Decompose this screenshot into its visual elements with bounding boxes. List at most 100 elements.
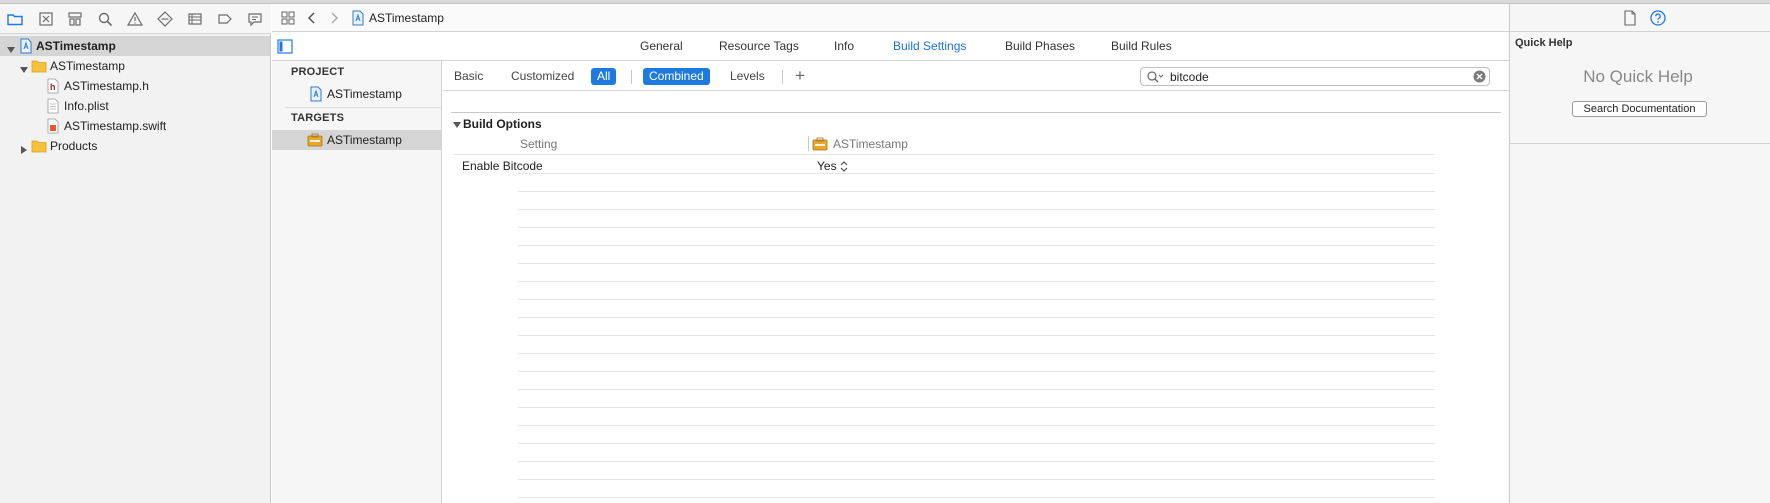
- find-icon[interactable]: [96, 10, 114, 28]
- row-divider: [518, 425, 1435, 426]
- divider: [631, 70, 632, 84]
- search-icon: [1146, 70, 1164, 84]
- filter-all-button[interactable]: All: [591, 68, 617, 85]
- products-label: Products: [50, 139, 98, 153]
- tree-row-products[interactable]: Products: [0, 136, 270, 156]
- inspector-toolbar: [1510, 4, 1770, 32]
- breakpoint-icon[interactable]: [216, 10, 234, 28]
- back-arrow-icon[interactable]: [305, 10, 319, 26]
- inspector-panel: Quick Help No Quick Help Search Document…: [1509, 4, 1770, 503]
- plist-file-icon: [45, 98, 61, 114]
- tab-build-settings[interactable]: Build Settings: [893, 39, 966, 53]
- chevron-up-down-icon: [840, 161, 848, 173]
- framework-target-icon: [812, 136, 828, 152]
- divider: [1510, 143, 1770, 144]
- project-item-label: ASTimestamp: [327, 87, 402, 101]
- tree-row-project[interactable]: ASTimestamp: [0, 36, 270, 56]
- editor-tabs: General Resource Tags Info Build Setting…: [272, 32, 1509, 61]
- column-header-target: ASTimestamp: [833, 137, 908, 151]
- breadcrumb[interactable]: ASTimestamp: [369, 11, 444, 25]
- tab-build-rules[interactable]: Build Rules: [1111, 39, 1172, 53]
- row-divider: [518, 281, 1435, 282]
- disclosure-open-icon[interactable]: [452, 120, 462, 130]
- debug-icon[interactable]: [186, 10, 204, 28]
- add-setting-button[interactable]: +: [795, 66, 805, 86]
- project-targets-list: PROJECT ASTimestamp TARGETS ASTimestamp: [272, 61, 442, 503]
- row-divider: [518, 353, 1435, 354]
- clear-search-icon[interactable]: [1473, 70, 1486, 83]
- row-divider: [518, 497, 1435, 498]
- row-divider: [518, 299, 1435, 300]
- tab-info[interactable]: Info: [834, 39, 854, 53]
- framework-target-icon: [307, 132, 323, 148]
- disclosure-closed-icon[interactable]: [19, 141, 29, 154]
- row-divider: [518, 191, 1435, 192]
- project-item[interactable]: ASTimestamp: [272, 84, 441, 104]
- file-inspector-icon[interactable]: [1623, 10, 1637, 26]
- filter-customized-button[interactable]: Customized: [505, 68, 580, 85]
- disclosure-open-icon[interactable]: [19, 61, 29, 73]
- divider: [782, 70, 783, 84]
- row-divider: [518, 407, 1435, 408]
- xcode-project-icon: [308, 86, 324, 102]
- forward-arrow-icon[interactable]: [327, 10, 341, 26]
- no-quick-help-message: No Quick Help: [1583, 67, 1693, 86]
- target-item-label: ASTimestamp: [327, 133, 402, 147]
- row-divider: [518, 263, 1435, 264]
- disclosure-open-icon[interactable]: [6, 41, 16, 53]
- issue-icon[interactable]: [126, 10, 144, 28]
- source-control-icon[interactable]: [37, 10, 55, 28]
- row-divider: [518, 173, 1435, 174]
- row-divider: [518, 335, 1435, 336]
- xcode-project-icon: [18, 38, 34, 54]
- svg-text:h: h: [50, 82, 56, 92]
- settings-search-field[interactable]: [1140, 67, 1490, 86]
- tree-row-file[interactable]: Info.plist: [0, 96, 270, 116]
- tab-resource-tags[interactable]: Resource Tags: [719, 39, 799, 53]
- folder-icon: [31, 138, 47, 154]
- search-input[interactable]: [1170, 69, 1470, 84]
- header-file-icon: h: [45, 78, 61, 94]
- setting-name[interactable]: Enable Bitcode: [462, 159, 543, 173]
- group-name: ASTimestamp: [50, 59, 125, 73]
- project-header: PROJECT: [291, 66, 345, 78]
- sidebar-toggle-icon[interactable]: [277, 39, 293, 54]
- section-title[interactable]: Build Options: [463, 117, 542, 131]
- project-name: ASTimestamp: [36, 39, 116, 53]
- row-divider: [518, 245, 1435, 246]
- filter-basic-button[interactable]: Basic: [448, 68, 489, 85]
- folder-icon[interactable]: [6, 10, 24, 28]
- tree-row-file[interactable]: ASTimestamp.swift: [0, 116, 270, 136]
- tree-row-file[interactable]: h ASTimestamp.h: [0, 76, 270, 96]
- divider: [285, 107, 441, 108]
- build-settings-editor: Basic Customized All Combined Levels + B…: [443, 61, 1509, 503]
- column-divider: [808, 136, 809, 151]
- search-documentation-button[interactable]: Search Documentation: [1572, 101, 1707, 117]
- file-name: ASTimestamp.h: [64, 79, 149, 93]
- navigator-toolbar: [0, 4, 271, 34]
- symbol-icon[interactable]: [66, 10, 84, 28]
- row-divider: [518, 209, 1435, 210]
- project-navigator: ASTimestamp ASTimestamp h ASTimestamp.h …: [0, 4, 271, 503]
- targets-header: TARGETS: [291, 112, 345, 124]
- report-icon[interactable]: [246, 10, 264, 28]
- tree-row-group[interactable]: ASTimestamp: [0, 56, 270, 76]
- swift-file-icon: [45, 118, 61, 134]
- row-divider: [518, 479, 1435, 480]
- test-icon[interactable]: [156, 10, 174, 28]
- row-divider: [518, 461, 1435, 462]
- tab-general[interactable]: General: [640, 39, 683, 53]
- xcode-project-icon: [350, 10, 366, 26]
- related-items-icon[interactable]: [280, 10, 296, 26]
- tab-build-phases[interactable]: Build Phases: [1005, 39, 1075, 53]
- folder-icon: [31, 58, 47, 74]
- filter-combined-button[interactable]: Combined: [643, 68, 710, 85]
- jump-bar: ASTimestamp: [272, 4, 1509, 32]
- row-divider: [518, 443, 1435, 444]
- setting-value-label: Yes: [817, 159, 837, 173]
- filter-levels-button[interactable]: Levels: [724, 68, 771, 85]
- setting-value-popup[interactable]: Yes: [817, 159, 848, 173]
- row-divider: [518, 317, 1435, 318]
- quick-help-icon[interactable]: [1650, 10, 1666, 26]
- target-item[interactable]: ASTimestamp: [272, 130, 441, 150]
